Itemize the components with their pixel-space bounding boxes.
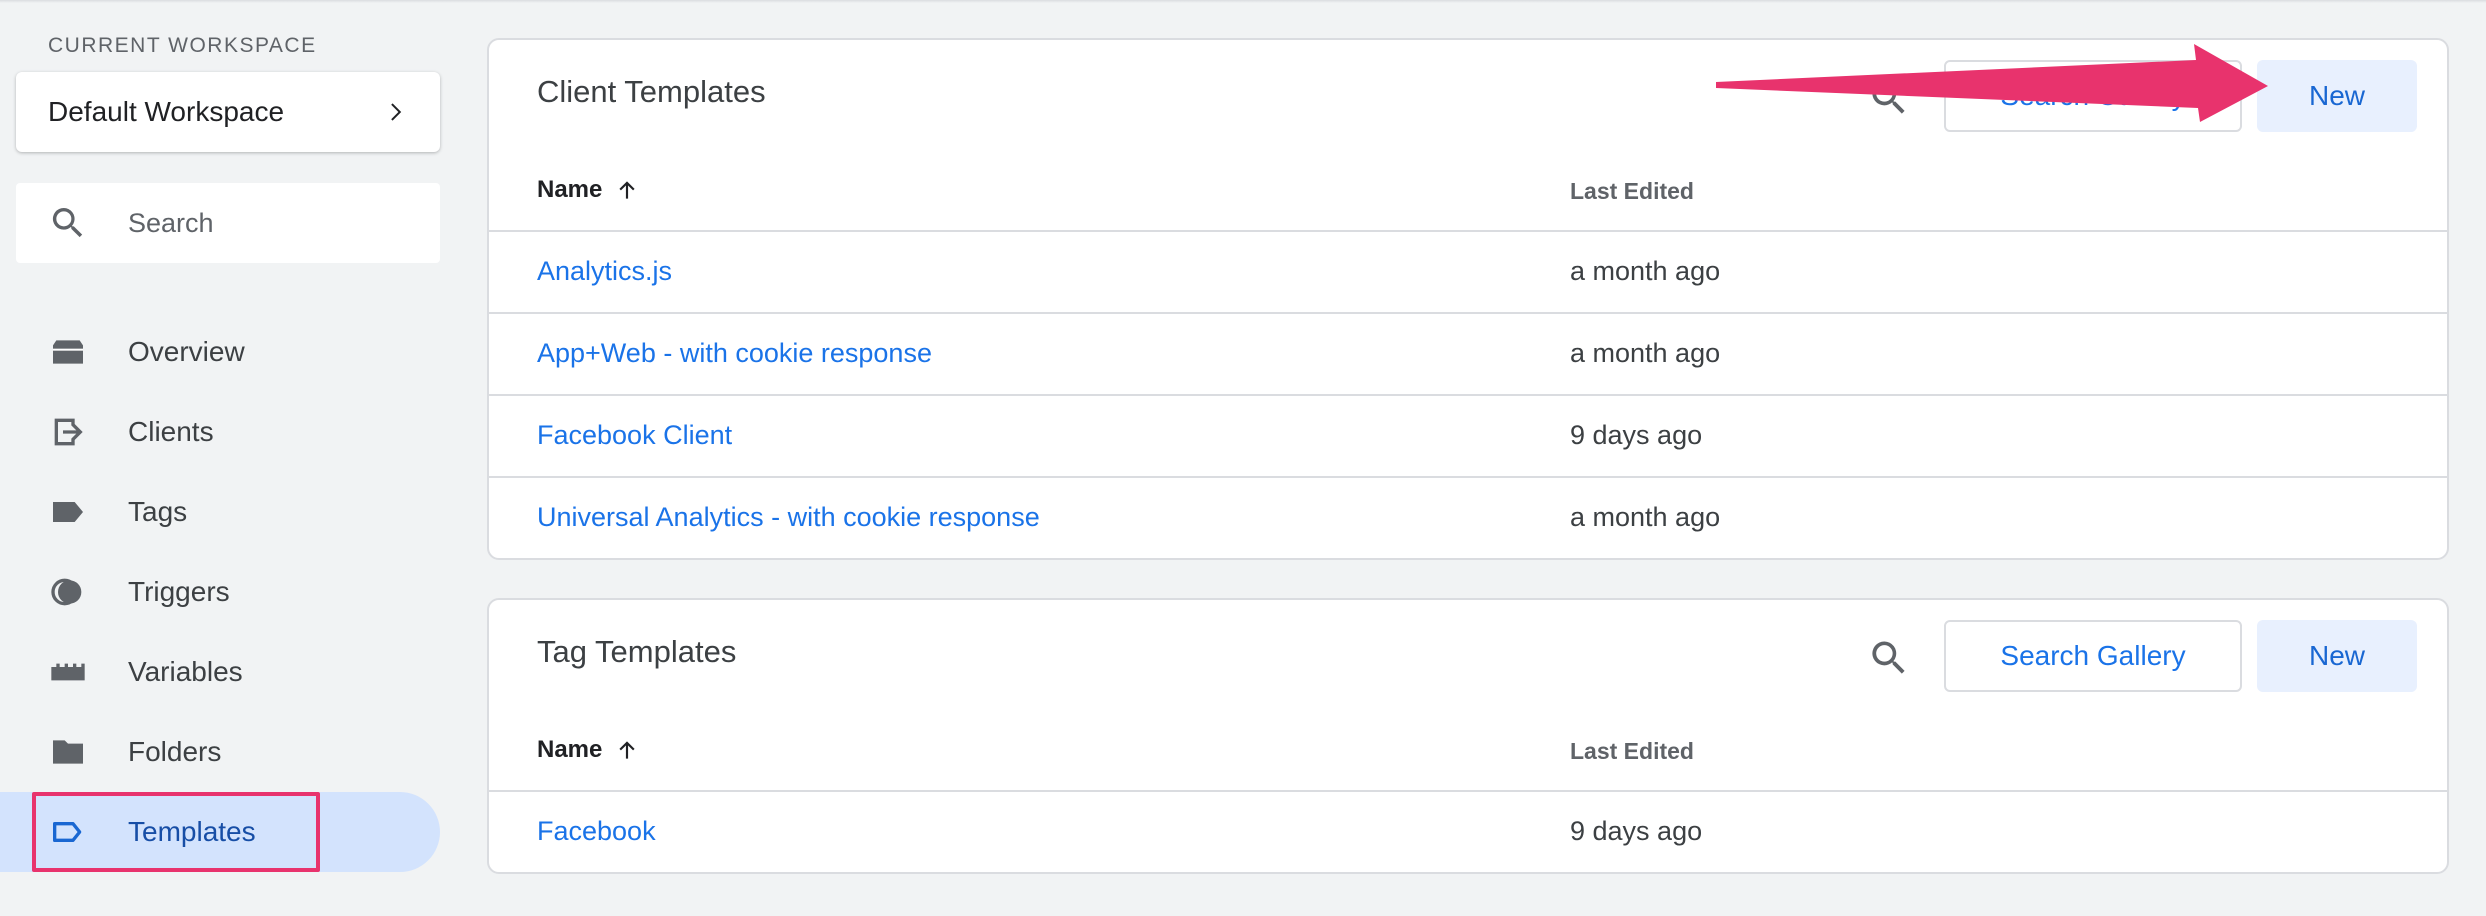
sidebar-item-clients[interactable]: Clients	[0, 392, 440, 472]
workspace-name: Default Workspace	[48, 96, 285, 127]
search-icon[interactable]	[1867, 636, 1911, 680]
last-edited: 9 days ago	[1570, 816, 1703, 846]
sidebar-item-label: Triggers	[128, 576, 230, 607]
top-shadow	[0, 0, 2486, 3]
blocks-icon	[48, 652, 88, 692]
sidebar-item-label: Folders	[128, 736, 222, 767]
folder-icon	[48, 732, 88, 772]
search-icon[interactable]	[1867, 76, 1911, 120]
column-header-last-edited[interactable]: Last Edited	[1570, 178, 1694, 205]
table-body: Facebook 9 days ago	[489, 792, 2447, 872]
sidebar-item-folders[interactable]: Folders	[0, 712, 440, 792]
table-row[interactable]: Universal Analytics - with cookie respon…	[489, 478, 2447, 558]
chevron-right-icon	[391, 103, 402, 121]
sidebar-item-variables[interactable]: Variables	[0, 632, 440, 712]
table-header: Name Last Edited	[489, 120, 2447, 232]
label-icon	[48, 492, 88, 532]
table-row[interactable]: Facebook Client 9 days ago	[489, 396, 2447, 478]
search-icon	[52, 208, 83, 238]
card-title: Tag Templates	[537, 634, 737, 669]
sidebar-item-overview[interactable]: Overview	[0, 312, 440, 392]
template-name-link[interactable]: Analytics.js	[537, 256, 672, 287]
table-header: Name Last Edited	[489, 680, 2447, 792]
sidebar-item-label: Clients	[128, 416, 214, 447]
sidebar-item-label: Templates	[128, 816, 256, 847]
template-name-link[interactable]: App+Web - with cookie response	[537, 338, 932, 369]
current-workspace-label: CURRENT WORKSPACE	[48, 34, 317, 57]
workspace-selector[interactable]: Default Workspace	[16, 72, 440, 152]
template-name-link[interactable]: Universal Analytics - with cookie respon…	[537, 502, 1040, 533]
sidebar-item-triggers[interactable]: Triggers	[0, 552, 440, 632]
column-header-name[interactable]: Name	[537, 176, 640, 204]
template-name-link[interactable]: Facebook	[537, 816, 656, 847]
search-input[interactable]	[126, 206, 420, 240]
sidebar-nav: Overview Clients Tags Triggers Variables…	[0, 312, 440, 872]
table-row[interactable]: Analytics.js a month ago	[489, 232, 2447, 314]
client-templates-card: Client Templates Search Gallery New Name…	[487, 38, 2449, 560]
last-edited: a month ago	[1570, 338, 1721, 368]
sidebar-item-label: Tags	[128, 496, 188, 527]
label-outline-icon	[48, 812, 88, 852]
last-edited: a month ago	[1570, 502, 1721, 532]
sidebar-item-label: Overview	[128, 336, 245, 367]
trigger-icon	[48, 572, 88, 612]
column-header-name[interactable]: Name	[537, 736, 640, 764]
column-header-last-edited[interactable]: Last Edited	[1570, 738, 1694, 765]
last-edited: a month ago	[1570, 256, 1721, 286]
briefcase-icon	[48, 332, 88, 372]
sidebar-item-tags[interactable]: Tags	[0, 472, 440, 552]
sidebar-item-templates[interactable]: Templates	[0, 792, 440, 872]
table-body: Analytics.js a month ago App+Web - with …	[489, 232, 2447, 558]
card-title: Client Templates	[537, 74, 766, 109]
last-edited: 9 days ago	[1570, 420, 1703, 450]
column-header-name-label: Name	[537, 176, 603, 203]
template-name-link[interactable]: Facebook Client	[537, 420, 732, 451]
tag-templates-card: Tag Templates Search Gallery New Name La…	[487, 598, 2449, 874]
arrow-up-icon	[619, 741, 635, 759]
table-row[interactable]: Facebook 9 days ago	[489, 792, 2447, 872]
table-row[interactable]: App+Web - with cookie response a month a…	[489, 314, 2447, 396]
arrow-up-icon	[619, 181, 635, 199]
sidebar-item-label: Variables	[128, 656, 243, 687]
sidebar-search[interactable]	[16, 183, 440, 263]
login-icon	[48, 412, 88, 452]
column-header-name-label: Name	[537, 736, 603, 763]
